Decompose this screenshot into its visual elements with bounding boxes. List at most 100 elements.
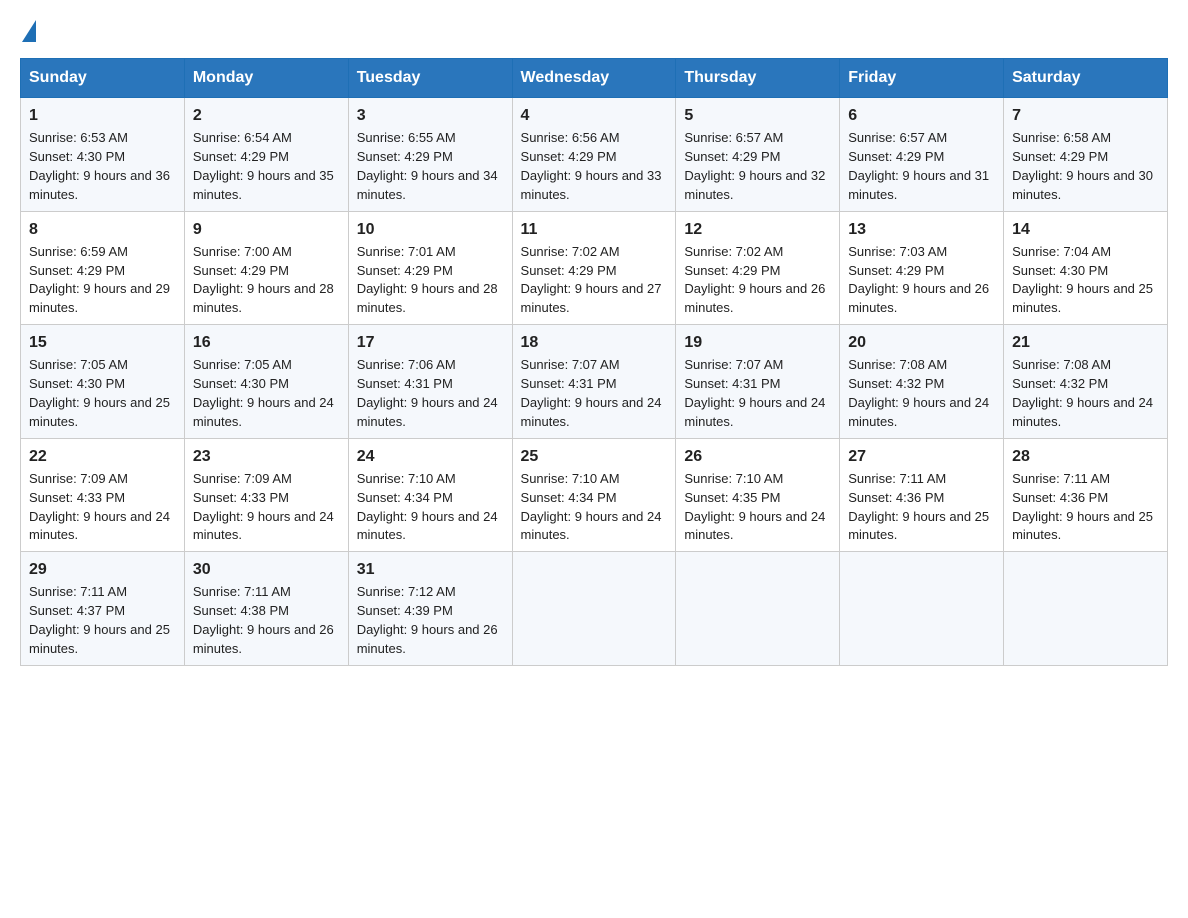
day-number: 27 xyxy=(848,445,995,468)
day-sunset: Sunset: 4:36 PM xyxy=(848,490,944,505)
day-sunset: Sunset: 4:37 PM xyxy=(29,603,125,618)
day-sunset: Sunset: 4:34 PM xyxy=(521,490,617,505)
day-sunrise: Sunrise: 7:02 AM xyxy=(521,244,620,259)
day-number: 11 xyxy=(521,218,668,241)
day-number: 15 xyxy=(29,331,176,354)
day-daylight: Daylight: 9 hours and 30 minutes. xyxy=(1012,168,1153,202)
calendar-day-cell xyxy=(1004,552,1168,666)
day-daylight: Daylight: 9 hours and 24 minutes. xyxy=(521,509,662,543)
day-sunrise: Sunrise: 7:11 AM xyxy=(848,471,946,486)
day-sunset: Sunset: 4:29 PM xyxy=(193,149,289,164)
day-daylight: Daylight: 9 hours and 24 minutes. xyxy=(1012,395,1153,429)
calendar-header-saturday: Saturday xyxy=(1004,59,1168,98)
calendar-day-cell: 11 Sunrise: 7:02 AM Sunset: 4:29 PM Dayl… xyxy=(512,211,676,325)
day-sunrise: Sunrise: 7:11 AM xyxy=(193,584,291,599)
day-number: 13 xyxy=(848,218,995,241)
day-daylight: Daylight: 9 hours and 24 minutes. xyxy=(684,509,825,543)
calendar-day-cell: 9 Sunrise: 7:00 AM Sunset: 4:29 PM Dayli… xyxy=(184,211,348,325)
day-sunset: Sunset: 4:36 PM xyxy=(1012,490,1108,505)
day-sunrise: Sunrise: 7:07 AM xyxy=(521,357,620,372)
day-daylight: Daylight: 9 hours and 24 minutes. xyxy=(684,395,825,429)
day-sunset: Sunset: 4:33 PM xyxy=(29,490,125,505)
day-sunset: Sunset: 4:29 PM xyxy=(357,263,453,278)
day-sunset: Sunset: 4:29 PM xyxy=(29,263,125,278)
calendar-day-cell: 4 Sunrise: 6:56 AM Sunset: 4:29 PM Dayli… xyxy=(512,98,676,212)
day-number: 17 xyxy=(357,331,504,354)
calendar-header-sunday: Sunday xyxy=(21,59,185,98)
day-sunset: Sunset: 4:30 PM xyxy=(1012,263,1108,278)
day-number: 16 xyxy=(193,331,340,354)
day-sunset: Sunset: 4:29 PM xyxy=(521,263,617,278)
calendar-header-wednesday: Wednesday xyxy=(512,59,676,98)
day-number: 10 xyxy=(357,218,504,241)
day-daylight: Daylight: 9 hours and 28 minutes. xyxy=(357,281,498,315)
day-number: 8 xyxy=(29,218,176,241)
calendar-day-cell: 22 Sunrise: 7:09 AM Sunset: 4:33 PM Dayl… xyxy=(21,438,185,552)
calendar-day-cell: 10 Sunrise: 7:01 AM Sunset: 4:29 PM Dayl… xyxy=(348,211,512,325)
day-daylight: Daylight: 9 hours and 29 minutes. xyxy=(29,281,170,315)
calendar-day-cell: 24 Sunrise: 7:10 AM Sunset: 4:34 PM Dayl… xyxy=(348,438,512,552)
day-sunrise: Sunrise: 7:05 AM xyxy=(193,357,292,372)
day-number: 7 xyxy=(1012,104,1159,127)
day-daylight: Daylight: 9 hours and 25 minutes. xyxy=(1012,509,1153,543)
day-number: 23 xyxy=(193,445,340,468)
calendar-day-cell: 6 Sunrise: 6:57 AM Sunset: 4:29 PM Dayli… xyxy=(840,98,1004,212)
day-sunrise: Sunrise: 7:04 AM xyxy=(1012,244,1111,259)
day-sunrise: Sunrise: 6:54 AM xyxy=(193,130,292,145)
calendar-day-cell: 13 Sunrise: 7:03 AM Sunset: 4:29 PM Dayl… xyxy=(840,211,1004,325)
page-header xyxy=(20,20,1168,40)
day-number: 25 xyxy=(521,445,668,468)
calendar-day-cell: 15 Sunrise: 7:05 AM Sunset: 4:30 PM Dayl… xyxy=(21,325,185,439)
day-number: 5 xyxy=(684,104,831,127)
calendar-week-row: 29 Sunrise: 7:11 AM Sunset: 4:37 PM Dayl… xyxy=(21,552,1168,666)
day-number: 18 xyxy=(521,331,668,354)
day-number: 6 xyxy=(848,104,995,127)
calendar-day-cell: 25 Sunrise: 7:10 AM Sunset: 4:34 PM Dayl… xyxy=(512,438,676,552)
day-daylight: Daylight: 9 hours and 24 minutes. xyxy=(357,395,498,429)
day-daylight: Daylight: 9 hours and 24 minutes. xyxy=(521,395,662,429)
day-sunset: Sunset: 4:32 PM xyxy=(848,376,944,391)
day-sunrise: Sunrise: 6:55 AM xyxy=(357,130,456,145)
day-sunset: Sunset: 4:29 PM xyxy=(357,149,453,164)
calendar-day-cell: 21 Sunrise: 7:08 AM Sunset: 4:32 PM Dayl… xyxy=(1004,325,1168,439)
calendar-header-monday: Monday xyxy=(184,59,348,98)
day-sunset: Sunset: 4:38 PM xyxy=(193,603,289,618)
day-sunset: Sunset: 4:29 PM xyxy=(848,149,944,164)
calendar-week-row: 8 Sunrise: 6:59 AM Sunset: 4:29 PM Dayli… xyxy=(21,211,1168,325)
day-number: 20 xyxy=(848,331,995,354)
day-daylight: Daylight: 9 hours and 31 minutes. xyxy=(848,168,989,202)
day-sunrise: Sunrise: 7:00 AM xyxy=(193,244,292,259)
day-daylight: Daylight: 9 hours and 25 minutes. xyxy=(848,509,989,543)
day-daylight: Daylight: 9 hours and 26 minutes. xyxy=(193,622,334,656)
day-sunrise: Sunrise: 7:01 AM xyxy=(357,244,456,259)
day-daylight: Daylight: 9 hours and 25 minutes. xyxy=(1012,281,1153,315)
day-sunset: Sunset: 4:35 PM xyxy=(684,490,780,505)
day-sunset: Sunset: 4:31 PM xyxy=(521,376,617,391)
calendar-day-cell: 14 Sunrise: 7:04 AM Sunset: 4:30 PM Dayl… xyxy=(1004,211,1168,325)
day-sunrise: Sunrise: 6:58 AM xyxy=(1012,130,1111,145)
day-daylight: Daylight: 9 hours and 24 minutes. xyxy=(357,509,498,543)
day-sunrise: Sunrise: 7:07 AM xyxy=(684,357,783,372)
calendar-day-cell xyxy=(840,552,1004,666)
day-number: 3 xyxy=(357,104,504,127)
day-daylight: Daylight: 9 hours and 27 minutes. xyxy=(521,281,662,315)
day-sunset: Sunset: 4:29 PM xyxy=(684,263,780,278)
day-sunrise: Sunrise: 7:02 AM xyxy=(684,244,783,259)
calendar-day-cell: 3 Sunrise: 6:55 AM Sunset: 4:29 PM Dayli… xyxy=(348,98,512,212)
logo-triangle-icon xyxy=(22,20,36,42)
calendar-week-row: 15 Sunrise: 7:05 AM Sunset: 4:30 PM Dayl… xyxy=(21,325,1168,439)
day-daylight: Daylight: 9 hours and 32 minutes. xyxy=(684,168,825,202)
day-number: 31 xyxy=(357,558,504,581)
calendar-day-cell: 7 Sunrise: 6:58 AM Sunset: 4:29 PM Dayli… xyxy=(1004,98,1168,212)
day-sunset: Sunset: 4:33 PM xyxy=(193,490,289,505)
day-sunrise: Sunrise: 7:08 AM xyxy=(1012,357,1111,372)
day-sunset: Sunset: 4:29 PM xyxy=(848,263,944,278)
calendar-day-cell xyxy=(676,552,840,666)
calendar-day-cell: 19 Sunrise: 7:07 AM Sunset: 4:31 PM Dayl… xyxy=(676,325,840,439)
calendar-day-cell: 17 Sunrise: 7:06 AM Sunset: 4:31 PM Dayl… xyxy=(348,325,512,439)
day-sunrise: Sunrise: 7:11 AM xyxy=(29,584,127,599)
day-daylight: Daylight: 9 hours and 24 minutes. xyxy=(848,395,989,429)
day-sunset: Sunset: 4:29 PM xyxy=(684,149,780,164)
day-daylight: Daylight: 9 hours and 25 minutes. xyxy=(29,622,170,656)
calendar-day-cell: 5 Sunrise: 6:57 AM Sunset: 4:29 PM Dayli… xyxy=(676,98,840,212)
